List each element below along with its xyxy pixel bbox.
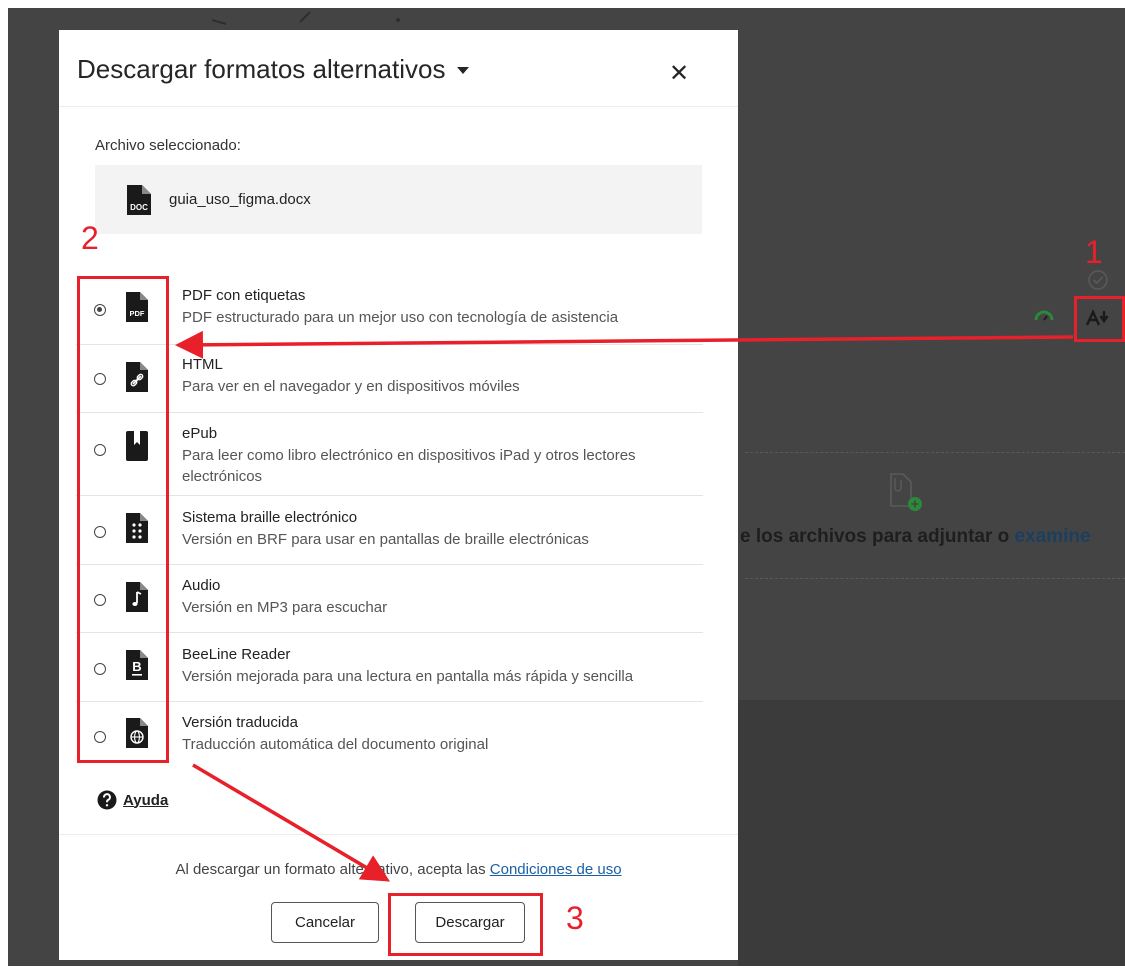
arrow-step1-to-step2 (175, 330, 1074, 359)
annotation-arrows (175, 330, 1074, 882)
arrow-step2-to-step3 (192, 763, 391, 882)
